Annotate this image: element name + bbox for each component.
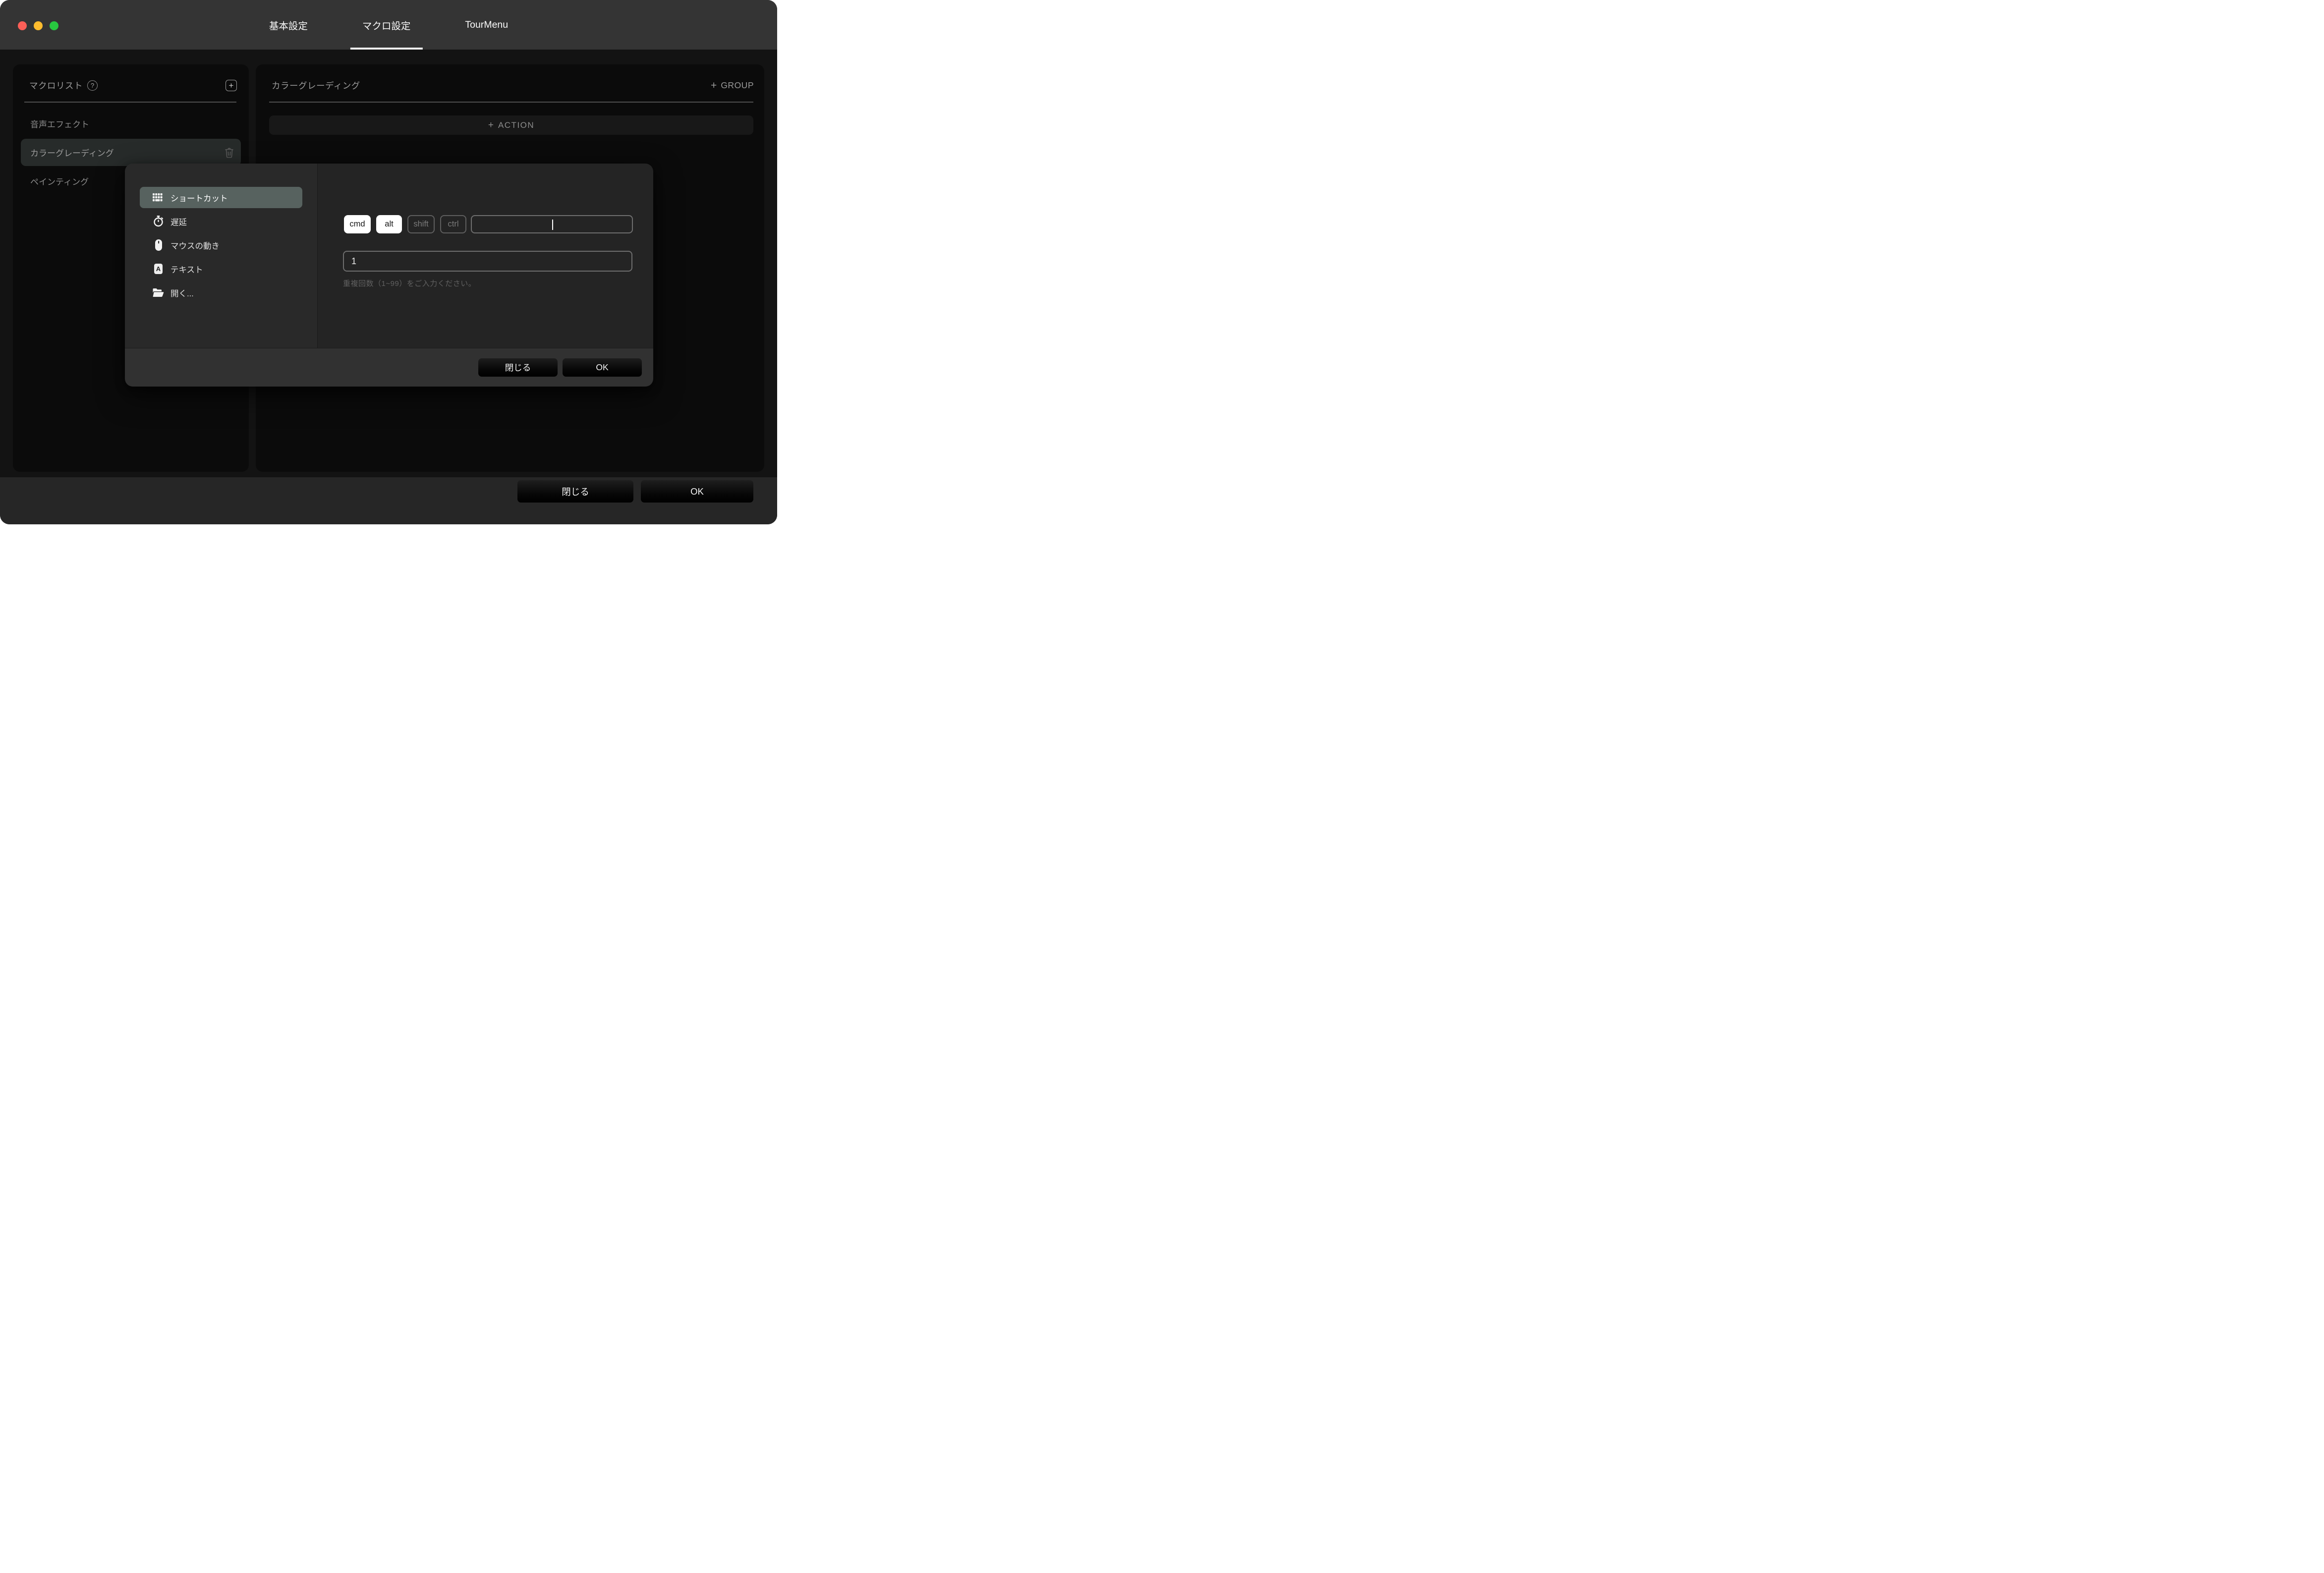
keyboard-icon: [153, 193, 164, 202]
repeat-hint-text: 重複回数（1~99）をご入力ください。: [343, 280, 476, 288]
add-action-button[interactable]: + ACTION: [269, 115, 753, 135]
menu-item-open[interactable]: 開く...: [140, 282, 302, 303]
menu-item-mouse-move[interactable]: マウスの動き: [140, 234, 302, 256]
action-button-label: ACTION: [498, 120, 535, 130]
tab-macro-settings[interactable]: マクロ設定: [350, 0, 423, 50]
plus-icon: +: [488, 120, 494, 130]
close-window-icon[interactable]: [18, 21, 27, 30]
text-caret: [552, 220, 553, 230]
menu-item-label: テキスト: [170, 265, 203, 275]
menu-item-label: ショートカット: [170, 194, 228, 203]
menu-item-delay[interactable]: 遅延: [140, 211, 302, 232]
stopwatch-icon: [153, 216, 164, 227]
tab-tourmenu[interactable]: TourMenu: [453, 0, 520, 50]
modifier-cmd-toggle[interactable]: cmd: [344, 215, 371, 233]
trash-icon[interactable]: [225, 147, 234, 158]
list-item-label: 音声エフェクト: [30, 120, 89, 129]
modifier-keys: cmd alt shift ctrl: [344, 215, 466, 233]
titlebar: 基本設定 マクロ設定 TourMenu: [0, 0, 777, 50]
action-type-menu: ショートカット 遅延 マウスの動き A テキスト 開く...: [125, 164, 318, 348]
group-button-label: GROUP: [721, 80, 754, 90]
dialog-close-button[interactable]: 閉じる: [478, 358, 558, 377]
dialog-footer: 閉じる OK: [125, 348, 653, 387]
menu-item-text[interactable]: A テキスト: [140, 258, 302, 280]
list-item-label: カラーグレーディング: [30, 149, 114, 158]
list-item-voice-effect[interactable]: 音声エフェクト: [21, 110, 241, 137]
plus-icon: +: [711, 80, 717, 91]
shortcut-editor: cmd alt shift ctrl 重複回数（1~99）をご入力ください。: [318, 164, 653, 348]
divider: [24, 102, 236, 103]
macro-list-title: マクロリスト: [29, 81, 83, 91]
menu-item-label: 遅延: [170, 218, 187, 227]
modifier-shift-toggle[interactable]: shift: [407, 215, 435, 233]
menu-item-label: 開く...: [170, 289, 194, 298]
folder-icon: [153, 288, 164, 297]
add-macro-button[interactable]: +: [226, 80, 237, 91]
modifier-alt-toggle[interactable]: alt: [376, 215, 402, 233]
tab-basic-settings[interactable]: 基本設定: [257, 0, 320, 50]
action-editor-dialog: ショートカット 遅延 マウスの動き A テキスト 開く... cmd alt s…: [125, 164, 653, 387]
dialog-ok-button[interactable]: OK: [563, 358, 642, 377]
macro-list-header: マクロリスト ? +: [13, 64, 249, 92]
repeat-count-input[interactable]: [344, 256, 631, 267]
traffic-lights: [18, 21, 58, 30]
divider: [269, 102, 753, 103]
macro-detail-title: カラーグレーディング: [272, 81, 360, 91]
help-icon[interactable]: ?: [87, 80, 98, 91]
tab-bar: 基本設定 マクロ設定 TourMenu: [257, 0, 520, 50]
mouse-icon: [153, 239, 164, 251]
ok-button[interactable]: OK: [641, 480, 753, 503]
menu-item-label: マウスの動き: [170, 241, 220, 251]
key-capture-input[interactable]: [471, 215, 633, 233]
repeat-count-field: [343, 251, 632, 272]
zoom-window-icon[interactable]: [50, 21, 58, 30]
minimize-window-icon[interactable]: [34, 21, 43, 30]
add-group-button[interactable]: + GROUP: [711, 80, 754, 91]
text-icon: A: [153, 264, 164, 274]
close-button[interactable]: 閉じる: [517, 480, 633, 503]
dialog-body: ショートカット 遅延 マウスの動き A テキスト 開く... cmd alt s…: [125, 164, 653, 348]
app-window: 基本設定 マクロ設定 TourMenu マクロリスト ? + 音声エフェクト カ…: [0, 0, 777, 524]
modifier-ctrl-toggle[interactable]: ctrl: [440, 215, 466, 233]
list-item-label: ペインティング: [30, 177, 89, 187]
menu-item-shortcut[interactable]: ショートカット: [140, 187, 302, 208]
macro-detail-header: カラーグレーディング + GROUP: [256, 64, 764, 92]
window-footer: 閉じる OK: [0, 477, 777, 524]
list-item-color-grading[interactable]: カラーグレーディング: [21, 139, 241, 166]
